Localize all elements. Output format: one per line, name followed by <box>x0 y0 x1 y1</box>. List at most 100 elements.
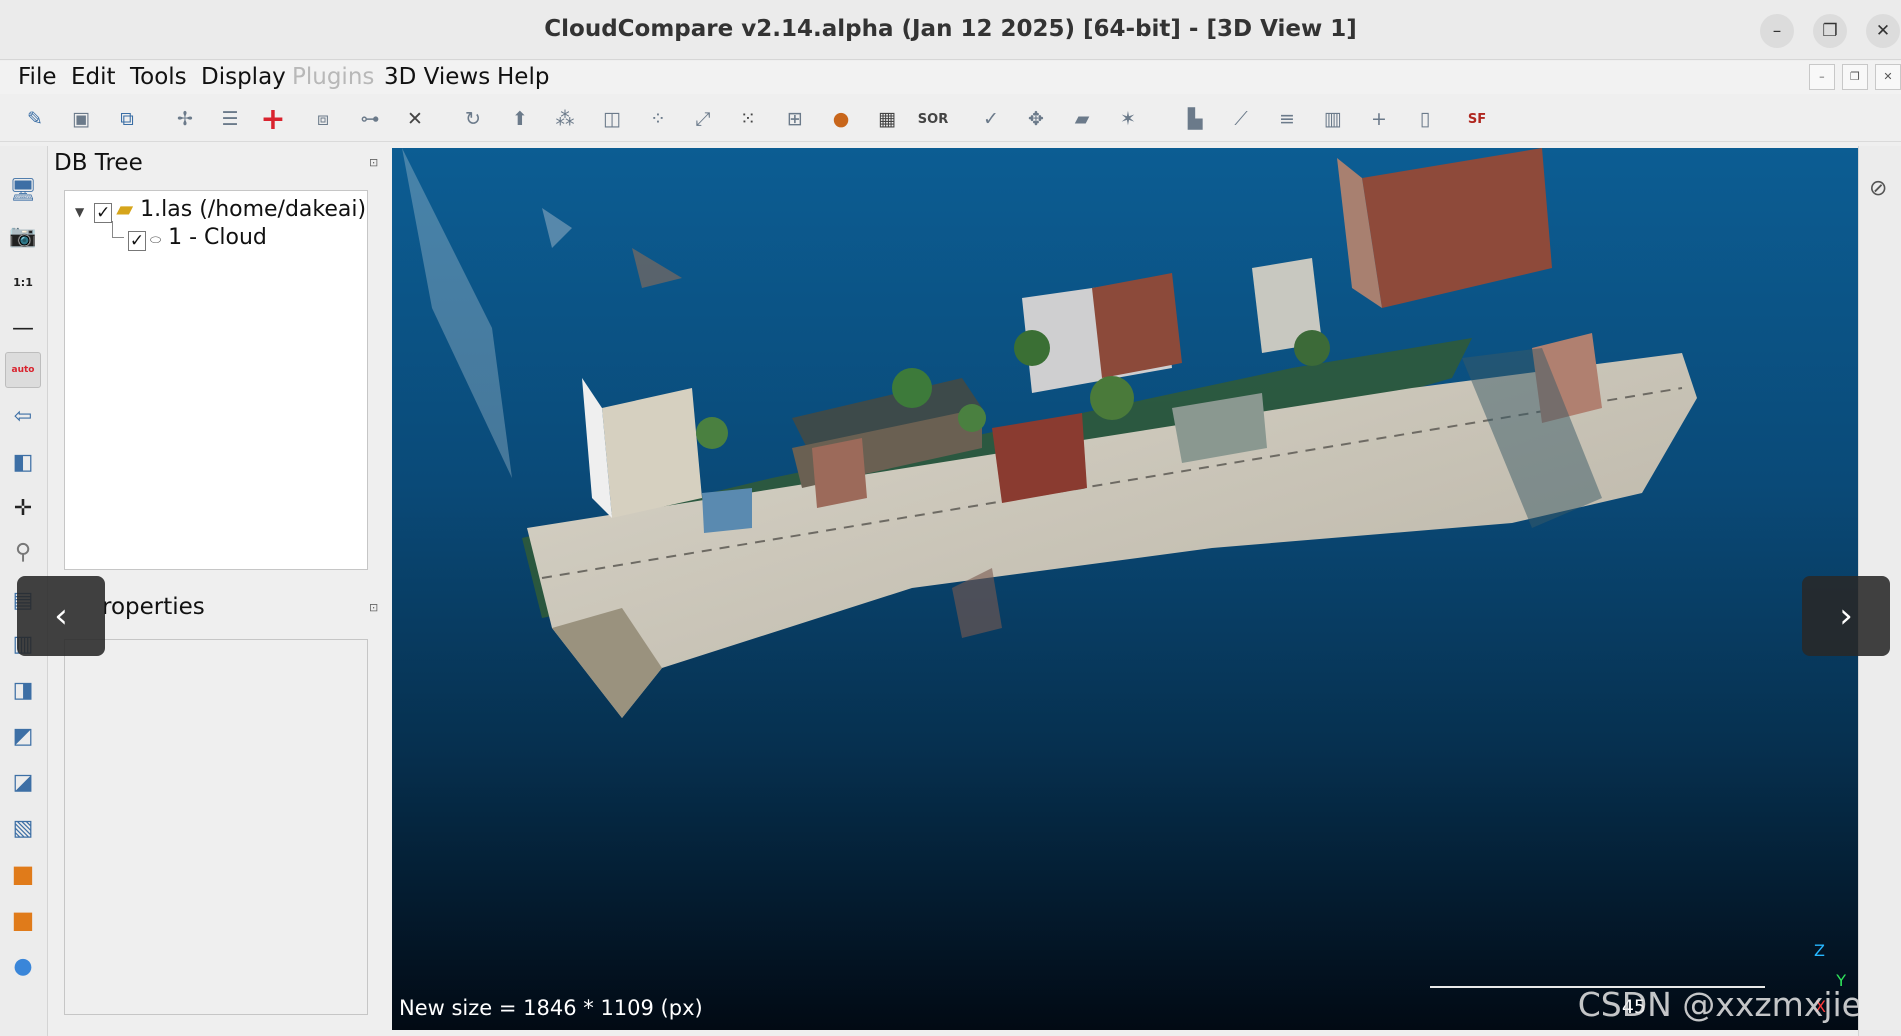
close-button[interactable]: ✕ <box>1866 14 1900 48</box>
sf-label: SF <box>1467 111 1487 127</box>
menu-3d-views[interactable]: 3D Views <box>384 62 490 92</box>
measure-icon[interactable]: ▥ <box>1318 104 1348 134</box>
checker-icon[interactable]: ▦ <box>872 104 902 134</box>
sor-filter-icon[interactable]: SOR <box>918 104 948 134</box>
tree-item-las-label: 1.las (/home/dakeai) <box>140 197 367 222</box>
tree-item-cloud-label: 1 - Cloud <box>168 225 267 250</box>
hide-icon[interactable]: ⊘ <box>1869 176 1887 201</box>
add-point-icon[interactable]: + <box>258 102 288 137</box>
menu-plugins[interactable]: Plugins <box>292 62 374 92</box>
move-icon[interactable]: ✥ <box>1021 104 1051 134</box>
axis-z-label: Z <box>1814 941 1825 960</box>
float-panel-icon[interactable]: ⊡ <box>369 156 378 169</box>
color-icon[interactable]: ● <box>826 104 856 134</box>
tree-item-las[interactable]: ▼ ✓ ▰ 1.las (/home/dakeai) <box>75 197 366 223</box>
subsample-icon[interactable]: ⁘ <box>643 104 673 134</box>
back-cube-icon[interactable]: ■ <box>5 902 41 938</box>
star-icon[interactable]: ✶ <box>1113 104 1143 134</box>
translate-icon[interactable]: ⁂ <box>550 104 580 134</box>
scalar-field-icon[interactable]: SF <box>1462 104 1492 134</box>
tree-checkbox-cloud[interactable]: ✓ <box>128 231 146 251</box>
building-tall-red <box>1362 148 1552 308</box>
save-icon[interactable]: ▣ <box>66 104 96 134</box>
tree-item-cloud[interactable]: ✓ ⬭ 1 - Cloud <box>128 225 267 251</box>
tree <box>696 417 728 449</box>
next-slide-button[interactable]: › <box>1802 576 1890 656</box>
check-icon[interactable]: ✓ <box>976 104 1006 134</box>
cloudcompare-window: CloudCompare v2.14.alpha (Jan 12 2025) [… <box>0 0 1901 1036</box>
tree-checkbox-las[interactable]: ✓ <box>94 203 113 223</box>
mdi-controls: – ❐ ✕ <box>1807 64 1901 90</box>
auto-label: auto <box>11 365 35 375</box>
save-all-icon[interactable]: ⧉ <box>112 104 142 134</box>
float-panel-icon[interactable]: ⊡ <box>369 601 378 614</box>
camera-icon[interactable]: 📷 <box>5 218 41 254</box>
plane-icon[interactable]: ▰ <box>1067 104 1097 134</box>
crop-icon[interactable]: ⤢ <box>688 104 718 134</box>
point-cloud-render <box>402 148 1697 718</box>
minimize-button[interactable]: – <box>1760 14 1794 48</box>
sor-label: SOR <box>917 111 949 127</box>
title-bar: CloudCompare v2.14.alpha (Jan 12 2025) [… <box>0 0 1901 60</box>
histogram-icon[interactable]: ▙ <box>1180 104 1210 134</box>
point-picking-icon[interactable]: ⁙ <box>733 104 763 134</box>
menu-file[interactable]: File <box>18 62 57 92</box>
billboard <box>702 488 752 533</box>
open-icon[interactable]: ✎ <box>20 104 50 134</box>
auto-pivot-icon[interactable]: auto <box>5 352 41 388</box>
building-left <box>602 388 702 518</box>
view-back-icon[interactable]: ◩ <box>5 718 41 754</box>
search-icon[interactable]: ⚲ <box>5 534 41 570</box>
building-lower-red <box>992 413 1087 503</box>
properties-panel <box>64 639 368 1015</box>
merge-icon[interactable]: ⊶ <box>355 104 385 134</box>
prev-slide-button[interactable]: ‹ <box>17 576 105 656</box>
mdi-restore-button[interactable]: ❐ <box>1841 64 1868 90</box>
trash-icon[interactable]: ▯ <box>1410 104 1440 134</box>
expand-arrow-icon[interactable]: ▼ <box>75 205 84 219</box>
stereo-icon[interactable]: ● <box>5 948 41 984</box>
building-pink <box>812 438 867 508</box>
pan-icon[interactable]: ✛ <box>5 490 41 526</box>
menu-edit[interactable]: Edit <box>71 62 116 92</box>
menu-tools[interactable]: Tools <box>130 62 187 92</box>
tree <box>1294 330 1330 366</box>
maximize-button[interactable]: ❐ <box>1813 14 1847 48</box>
front-cube-icon[interactable]: ■ <box>5 856 41 892</box>
back-arrow-icon[interactable]: ⇦ <box>5 398 41 434</box>
view-left-icon[interactable]: ◨ <box>5 672 41 708</box>
db-tree-panel: ▼ ✓ ▰ 1.las (/home/dakeai) ✓ ⬭ 1 - Cloud <box>64 190 368 570</box>
db-tree-title: DB Tree <box>54 150 143 176</box>
mdi-close-button[interactable]: ✕ <box>1875 64 1901 90</box>
menu-display[interactable]: Display <box>201 62 286 92</box>
plus-icon[interactable]: + <box>1364 104 1394 134</box>
rotate-icon[interactable]: ↻ <box>458 104 488 134</box>
pick-point-icon[interactable]: ✢ <box>170 104 200 134</box>
list-icon[interactable]: ☰ <box>215 104 245 134</box>
3d-view[interactable]: New size = 1846 * 1109 (px) 45 Z Y X CSD… <box>392 148 1858 1030</box>
minus-icon[interactable]: — <box>5 310 41 346</box>
tree-branch-line <box>112 221 124 238</box>
tree <box>958 404 986 432</box>
tree <box>892 368 932 408</box>
status-message: New size = 1846 * 1109 (px) <box>399 996 703 1020</box>
monitor-icon[interactable]: 🖥 <box>5 172 41 208</box>
segment-icon[interactable]: ⬆ <box>505 104 535 134</box>
watermark-text: CSDN @xxzmxjie <box>1577 985 1858 1024</box>
clone-icon[interactable]: ⧈ <box>308 104 338 134</box>
cube-view-icon[interactable]: ◧ <box>5 444 41 480</box>
align-icon[interactable]: ≡ <box>1272 104 1302 134</box>
menu-help[interactable]: Help <box>497 62 549 92</box>
view-right-icon[interactable]: ◪ <box>5 764 41 800</box>
point-scatter <box>632 248 682 288</box>
properties-title: roperties <box>102 594 205 620</box>
point-scatter <box>402 148 512 478</box>
cross-section-icon[interactable]: ⊞ <box>780 104 810 134</box>
delete-icon[interactable]: ✕ <box>400 104 430 134</box>
zoom-1to1-icon[interactable]: 1:1 <box>5 264 41 300</box>
mdi-minimize-button[interactable]: – <box>1808 64 1835 90</box>
view-bottom-icon[interactable]: ▧ <box>5 810 41 846</box>
building-red <box>1092 273 1182 378</box>
normals-icon[interactable]: ⟋ <box>1226 104 1256 134</box>
sample-icon[interactable]: ◫ <box>597 104 627 134</box>
